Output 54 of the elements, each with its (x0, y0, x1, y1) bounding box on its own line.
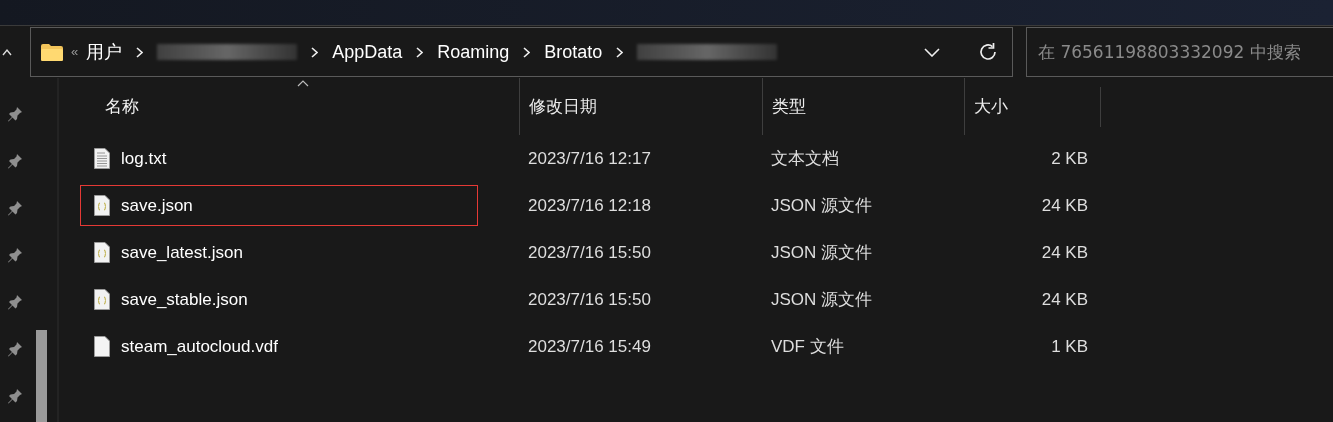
pin-icon[interactable] (7, 246, 23, 264)
pin-icon[interactable] (7, 152, 23, 170)
json-file-icon (94, 242, 110, 263)
type-cell: VDF 文件 (771, 336, 844, 356)
size-cell: 2 KB (1051, 148, 1088, 168)
pin-icon[interactable] (7, 387, 23, 405)
json-file-icon (94, 289, 110, 310)
file-icon (94, 336, 110, 357)
size-cell: 24 KB (1041, 195, 1088, 215)
type-cell: JSON 源文件 (771, 242, 873, 262)
text-file-icon (94, 148, 110, 169)
up-icon[interactable] (2, 48, 12, 56)
chevron-icon (523, 46, 531, 58)
overflow-chevron[interactable]: « (71, 42, 79, 62)
type-cell: 文本文档 (771, 148, 839, 168)
type-cell: JSON 源文件 (771, 289, 873, 309)
search-field[interactable]: 在 76561198803332092 中搜索 (1026, 27, 1333, 77)
pin-icon[interactable] (7, 199, 23, 217)
file-row-name[interactable]: save.json (80, 185, 478, 226)
pin-icon[interactable] (7, 105, 23, 123)
file-row-name[interactable]: log.txt (80, 138, 478, 179)
date-cell: 2023/7/16 12:17 (528, 148, 651, 168)
size-cell: 1 KB (1051, 336, 1088, 356)
file-row-name[interactable]: save_stable.json (80, 279, 478, 320)
address-bar[interactable]: « 用户 AppData Roaming Brotato (30, 27, 1013, 77)
scrollbar[interactable] (36, 330, 47, 422)
breadcrumb-item[interactable]: 用户 (86, 38, 123, 66)
column-header[interactable]: 修改日期 (519, 78, 762, 135)
pin-icon[interactable] (7, 293, 23, 311)
dropdown-icon[interactable] (924, 47, 940, 57)
chevron-icon (136, 46, 144, 58)
column-header[interactable]: 大小 (964, 78, 1100, 135)
folder-icon (41, 43, 63, 61)
breadcrumb-item[interactable]: Roaming (437, 38, 510, 66)
column-header[interactable]: 名称 (75, 78, 519, 135)
date-cell: 2023/7/16 15:49 (528, 336, 651, 356)
breadcrumb-item[interactable]: Brotato (544, 38, 603, 66)
date-cell: 2023/7/16 12:18 (528, 195, 651, 215)
chevron-icon (416, 46, 424, 58)
column-header[interactable]: 类型 (762, 78, 964, 135)
date-cell: 2023/7/16 15:50 (528, 289, 651, 309)
pin-icon[interactable] (7, 340, 23, 358)
breadcrumb-item[interactable]: AppData (332, 38, 403, 66)
refresh-icon[interactable] (978, 42, 998, 62)
file-row-name[interactable]: save_latest.json (80, 232, 478, 273)
chevron-icon (616, 46, 624, 58)
type-cell: JSON 源文件 (771, 195, 873, 215)
size-cell: 24 KB (1041, 242, 1088, 262)
file-row-name[interactable]: steam_autocloud.vdf (80, 326, 478, 367)
chevron-icon (311, 46, 319, 58)
json-file-icon (94, 195, 110, 216)
size-cell: 24 KB (1041, 289, 1088, 309)
sort-ascending-icon (297, 80, 309, 87)
date-cell: 2023/7/16 15:50 (528, 242, 651, 262)
